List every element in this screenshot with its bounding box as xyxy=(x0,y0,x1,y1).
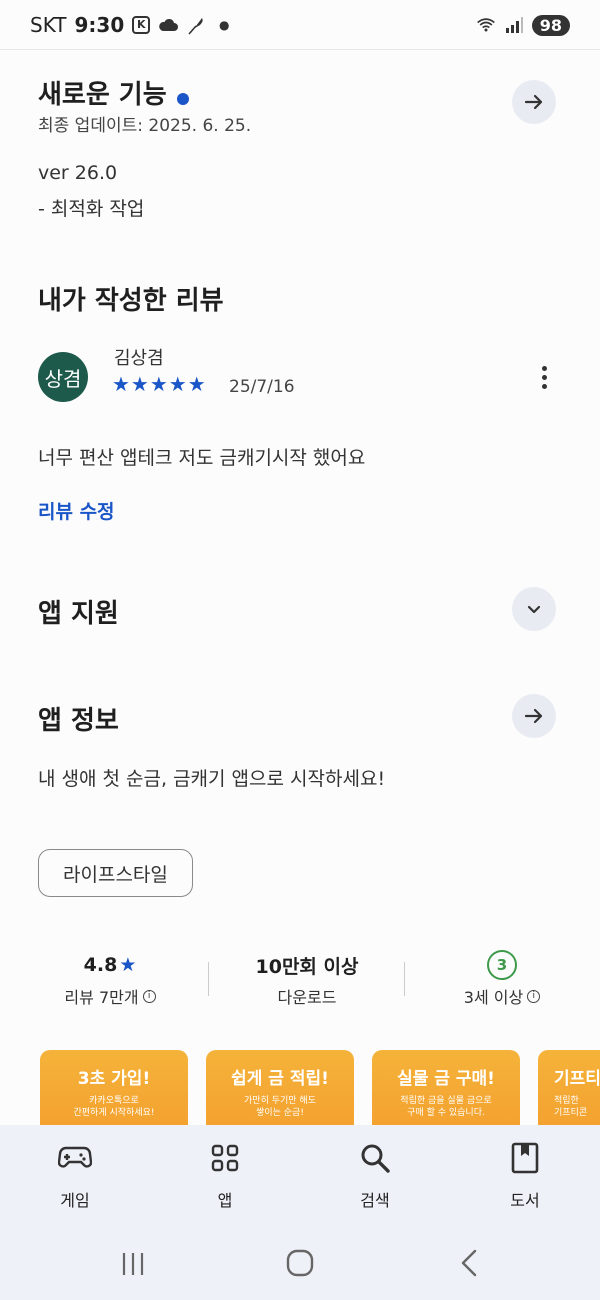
review-more-options-icon[interactable] xyxy=(538,366,550,389)
screenshot-title: 기프티 xyxy=(554,1069,600,1089)
review-author: 김상겸 xyxy=(114,348,164,369)
home-icon[interactable] xyxy=(286,1249,314,1281)
downloads-stat: 10만회 이상 다운로드 xyxy=(222,950,392,1008)
star-icon: ★ xyxy=(119,954,137,976)
app-info-title: 앱 정보 xyxy=(38,706,119,736)
last-updated: 최종 업데이트: 2025. 6. 25. xyxy=(38,116,252,136)
clock: 9:30 xyxy=(74,13,125,37)
app-support-expand-button[interactable] xyxy=(512,587,556,631)
chevron-down-icon xyxy=(527,605,541,614)
version-text: ver 26.0 xyxy=(38,162,118,184)
screenshot-desc: 간편하게 시작하세요! xyxy=(73,1108,155,1118)
review-text: 너무 편산 앱테크 저도 금캐기시작 했어요 xyxy=(38,447,366,469)
review-date: 25/7/16 xyxy=(229,377,295,397)
screenshot-title: 실물 금 구매! xyxy=(397,1069,495,1089)
screenshot-desc: 구매 할 수 있습니다. xyxy=(407,1108,485,1118)
rating-stat[interactable]: 4.8 ★ 리뷰 7만개 i xyxy=(40,950,180,1008)
screenshot-desc: 가만히 두기만 해도 xyxy=(244,1096,316,1106)
screenshot-card[interactable]: 3초 가입! 카카오톡으로간편하게 시작하세요! xyxy=(40,1050,188,1130)
screenshot-card[interactable]: 기프티 적립한기프티콘 xyxy=(538,1050,600,1130)
app-support-title[interactable]: 앱 지원 xyxy=(38,593,119,630)
app-info-arrow-button[interactable] xyxy=(512,694,556,738)
rating-value: 4.8 xyxy=(83,954,118,976)
nav-item-games[interactable]: 게임 xyxy=(0,1125,150,1233)
app-description: 내 생애 첫 순금, 금캐기 앱으로 시작하세요! xyxy=(38,768,386,790)
status-divider xyxy=(0,49,600,50)
apps-grid-icon xyxy=(208,1141,242,1175)
cloud-icon xyxy=(158,15,179,35)
search-icon xyxy=(358,1141,392,1175)
more-notifications-icon: ● xyxy=(218,18,230,32)
nav-label-apps: 앱 xyxy=(217,1191,233,1210)
nav-label-games: 게임 xyxy=(60,1191,90,1210)
downloads-label: 다운로드 xyxy=(277,988,337,1007)
signal-icon xyxy=(504,15,524,35)
info-icon: i xyxy=(527,989,541,1003)
star-rating: ★★★★★ xyxy=(112,372,207,396)
nav-item-apps[interactable]: 앱 xyxy=(150,1125,300,1233)
book-icon xyxy=(508,1141,542,1175)
category-chip[interactable]: 라이프스타일 xyxy=(38,849,193,897)
avatar: 상겸 xyxy=(38,352,88,402)
kakao-notification-icon: K xyxy=(132,16,151,34)
battery-level: 98 xyxy=(531,14,570,36)
recent-apps-icon[interactable] xyxy=(120,1251,146,1281)
carrier-label: SKT xyxy=(30,13,67,37)
gamepad-icon xyxy=(58,1141,92,1175)
stat-divider xyxy=(404,962,405,996)
screenshot-title: 3초 가입! xyxy=(77,1069,151,1089)
status-bar: SKT 9:30 K ● 98 xyxy=(0,0,600,50)
nav-item-search[interactable]: 검색 xyxy=(300,1125,450,1233)
age-rating-label: 3세 이상 xyxy=(463,988,524,1007)
screenshot-desc: 기프티콘 xyxy=(554,1108,588,1118)
bottom-navigation: 게임 앱 검색 도서 xyxy=(0,1125,600,1233)
status-left: SKT 9:30 K ● xyxy=(30,13,234,37)
new-indicator-dot xyxy=(176,92,189,105)
screenshot-carousel[interactable]: 3초 가입! 카카오톡으로간편하게 시작하세요! 쉽게 금 적립! 가만히 두기… xyxy=(40,1050,600,1130)
info-icon: i xyxy=(142,989,156,1003)
screenshot-card[interactable]: 쉽게 금 적립! 가만히 두기만 해도쌓이는 순금! xyxy=(206,1050,354,1130)
nav-label-search: 검색 xyxy=(360,1191,390,1210)
whats-new-header: 새로운 기능 xyxy=(38,74,189,111)
screenshot-title: 쉽게 금 적립! xyxy=(231,1069,329,1089)
release-notes: - 최적화 작업 xyxy=(38,198,145,220)
age-rating-stat[interactable]: 3 3세 이상 i xyxy=(432,950,572,1008)
arrow-right-icon xyxy=(524,94,543,110)
back-icon[interactable] xyxy=(458,1249,480,1281)
my-review-title: 내가 작성한 리뷰 xyxy=(38,286,224,316)
screenshot-card[interactable]: 실물 금 구매! 적립한 금을 실물 금으로구매 할 수 있습니다. xyxy=(372,1050,520,1130)
screenshot-desc: 쌓이는 순금! xyxy=(256,1108,304,1118)
wifi-icon xyxy=(476,15,496,35)
nav-item-books[interactable]: 도서 xyxy=(450,1125,600,1233)
age-rating-icon: 3 xyxy=(487,950,517,980)
status-right: 98 xyxy=(476,14,570,36)
edit-review-link[interactable]: 리뷰 수정 xyxy=(38,497,115,524)
screenshot-desc: 카카오톡으로 xyxy=(89,1096,139,1106)
downloads-value: 10만회 이상 xyxy=(255,955,359,978)
whats-new-title: 새로운 기능 xyxy=(38,80,167,110)
reviews-count: 리뷰 7만개 xyxy=(64,988,139,1007)
whats-new-arrow-button[interactable] xyxy=(512,80,556,124)
system-navigation-bar xyxy=(0,1233,600,1300)
nav-label-books: 도서 xyxy=(510,1191,540,1210)
screenshot-desc: 적립한 xyxy=(554,1096,579,1106)
arrow-right-icon xyxy=(524,708,543,724)
screenshot-desc: 적립한 금을 실물 금으로 xyxy=(400,1096,492,1106)
feather-icon xyxy=(186,15,206,35)
stat-divider xyxy=(208,962,209,996)
